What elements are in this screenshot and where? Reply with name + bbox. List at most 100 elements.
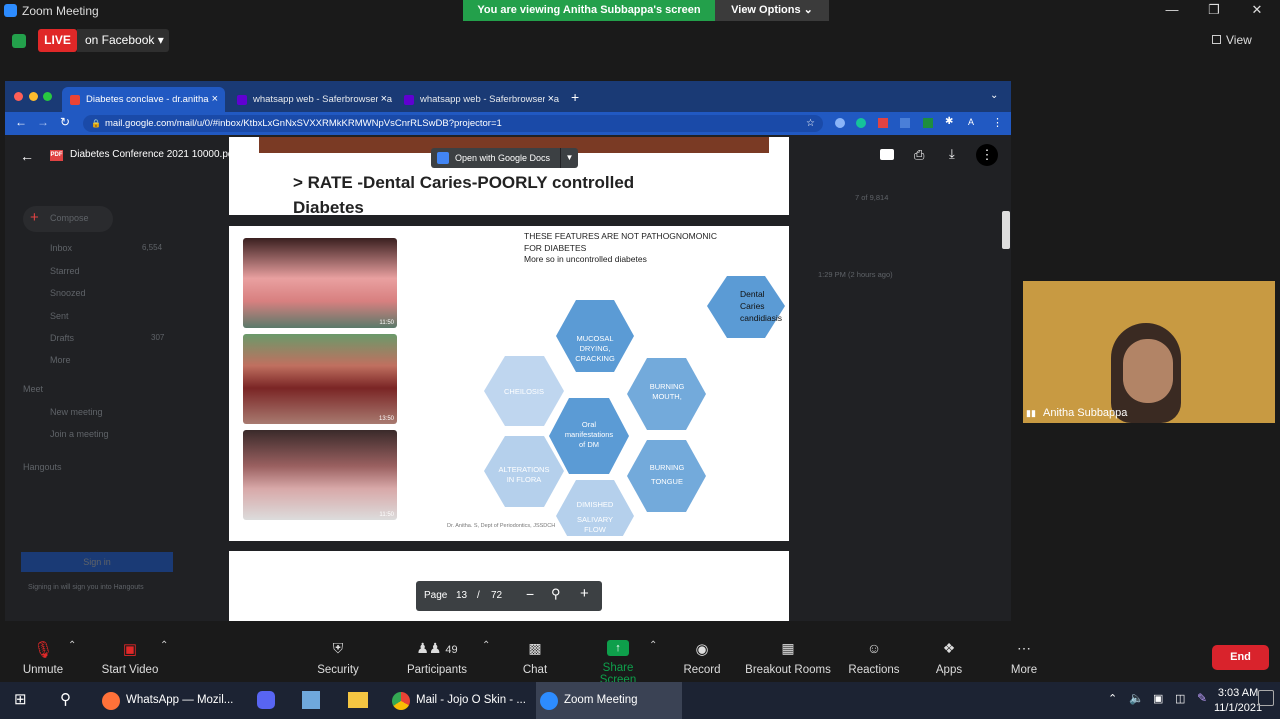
share-screen-button[interactable]: ↑ Share Screen	[585, 640, 651, 686]
print-icon[interactable]: ⎙	[914, 147, 924, 163]
pen-icon[interactable]: ✎	[1197, 691, 1207, 705]
video-options-chevron-icon[interactable]: ⌃	[160, 640, 168, 651]
audio-options-chevron-icon[interactable]: ⌃	[68, 640, 76, 651]
minimize-dot-icon[interactable]	[29, 92, 38, 101]
tab-search-icon[interactable]: ⌄	[990, 90, 998, 101]
browser-tab-1[interactable]: Diabetes conclave - dr.anitha.s ×	[62, 87, 225, 112]
back-icon[interactable]: ←	[15, 115, 27, 129]
battery-icon[interactable]: ◫	[1175, 692, 1185, 705]
new-tab-button[interactable]: +	[571, 89, 579, 105]
open-with-dropdown-icon[interactable]: ▼	[560, 148, 578, 168]
view-button[interactable]: View	[1226, 33, 1252, 47]
photo-timestamp: 11:50	[379, 320, 394, 326]
tab-close-icon[interactable]: ×	[544, 87, 554, 112]
close-dot-icon[interactable]	[14, 92, 23, 101]
zoom-icon[interactable]: ⚲	[551, 586, 561, 602]
more-button[interactable]: ⋯ More	[1008, 640, 1040, 676]
bookmark-star-icon[interactable]: ☆	[806, 115, 815, 132]
network-icon[interactable]: ▣	[1153, 692, 1163, 705]
hex-bottom-right-label-0: BURNING	[650, 463, 685, 472]
open-with-docs-button[interactable]: Open with Google Docs ▼	[431, 148, 578, 168]
gmail-nav-snoozed[interactable]: Snoozed	[50, 288, 86, 298]
add-to-drive-icon[interactable]	[880, 149, 894, 160]
taskbar-app-zoom[interactable]: Zoom Meeting	[536, 682, 682, 719]
discord-icon[interactable]	[257, 691, 275, 709]
more-options-icon[interactable]: ⋮	[976, 144, 998, 166]
end-meeting-button[interactable]: End	[1212, 645, 1269, 670]
taskbar-app-firefox[interactable]: WhatsApp — Mozil...	[98, 682, 238, 719]
live-target-dropdown[interactable]: on Facebook ▾	[77, 29, 169, 52]
gmail-nav-more[interactable]: More	[50, 355, 71, 365]
clock-date: 11/1/2021	[1214, 702, 1263, 714]
tab-close-icon[interactable]: ×	[208, 87, 218, 112]
forward-icon[interactable]: →	[37, 115, 49, 129]
zoom-in-icon[interactable]: +	[580, 585, 589, 602]
browser-tab-2[interactable]: whatsapp web - Saferbrowser Ya ×	[229, 87, 394, 112]
participants-chevron-icon[interactable]: ⌃	[482, 640, 490, 651]
puzzle-icon[interactable]: ✱	[945, 116, 953, 127]
breakout-rooms-button[interactable]: ▦ Breakout Rooms	[745, 640, 831, 676]
drafts-count: 307	[151, 333, 165, 342]
reload-icon[interactable]: ↻	[60, 115, 70, 129]
zoom-logo-icon	[4, 4, 17, 17]
apps-button[interactable]: ❖ Apps	[932, 640, 966, 676]
record-label: Record	[683, 664, 721, 676]
file-explorer-icon[interactable]	[348, 692, 368, 708]
minimize-icon[interactable]: —	[1162, 2, 1182, 17]
record-button[interactable]: ◉ Record	[682, 640, 722, 676]
live-badge[interactable]: LIVE	[38, 29, 77, 52]
compose-label: Compose	[50, 213, 89, 223]
maximize-dot-icon[interactable]	[43, 92, 52, 101]
volume-icon[interactable]: 🔈	[1129, 691, 1144, 705]
mail-time: 1:29 PM (2 hours ago)	[818, 270, 893, 279]
join-meeting-link[interactable]: Join a meeting	[50, 429, 109, 439]
start-video-button[interactable]: ▣ Start Video	[100, 640, 160, 676]
chat-button[interactable]: ▩ Chat	[520, 640, 550, 676]
extension-icon[interactable]	[878, 118, 888, 128]
participant-video[interactable]	[1023, 281, 1275, 423]
extension-icon[interactable]	[923, 118, 933, 128]
taskbar-clock[interactable]: 3:03 AM 11/1/2021	[1214, 686, 1262, 716]
gmail-nav-sent[interactable]: Sent	[50, 311, 69, 321]
view-options-button[interactable]: View Options ⌄	[715, 0, 829, 21]
reactions-button[interactable]: ☺ Reactions	[847, 640, 901, 676]
scrollbar-thumb[interactable]	[1002, 211, 1010, 249]
page-current-input[interactable]: 13	[456, 590, 467, 601]
close-icon[interactable]: ✕	[1247, 2, 1267, 18]
pdf-back-icon[interactable]: ←	[20, 148, 34, 164]
tab-close-icon[interactable]: ×	[377, 87, 387, 112]
menu-kebab-icon[interactable]: ⋮	[992, 116, 1003, 129]
notes-icon[interactable]	[302, 691, 320, 709]
encryption-shield-icon[interactable]	[12, 34, 26, 48]
search-icon[interactable]: ⚲	[60, 690, 71, 708]
extension-icon[interactable]	[835, 118, 845, 128]
profile-avatar[interactable]: A	[968, 117, 974, 127]
security-button[interactable]: ⛨ Security	[315, 640, 361, 676]
participants-button[interactable]: ♟♟ 49 Participants	[405, 640, 469, 676]
windows-start-icon[interactable]: ⊞	[14, 692, 30, 708]
chat-icon: ▩	[528, 640, 542, 656]
browser-tab-3[interactable]: whatsapp web - Saferbrowser Ya ×	[396, 87, 561, 112]
hex-center-label-2: of DM	[579, 440, 599, 449]
zoom-out-icon[interactable]: −	[526, 586, 534, 602]
gmail-icon	[70, 95, 80, 105]
url-bar[interactable]: 🔒 mail.google.com/mail/u/0/#inbox/KtbxLx…	[83, 115, 823, 132]
new-meeting-link[interactable]: New meeting	[50, 407, 103, 417]
tray-chevron-icon[interactable]: ⌃	[1108, 692, 1117, 705]
gmail-nav-inbox[interactable]: Inbox	[50, 243, 72, 253]
restore-icon[interactable]: ❐	[1204, 2, 1224, 18]
notifications-icon[interactable]	[1258, 690, 1274, 706]
gmail-nav-drafts[interactable]: Drafts	[50, 333, 74, 343]
hangouts-signin-button[interactable]: Sign in	[21, 552, 173, 572]
grammarly-icon[interactable]	[856, 118, 866, 128]
features-note-line: THESE FEATURES ARE NOT PATHOGNOMONIC	[524, 231, 718, 241]
compose-button[interactable]: + Compose	[23, 206, 113, 232]
gmail-nav-starred[interactable]: Starred	[50, 266, 80, 276]
security-shield-icon: ⛨	[332, 640, 344, 656]
download-icon[interactable]: ⤓	[949, 146, 955, 162]
zoom-icon	[540, 692, 558, 710]
share-options-chevron-icon[interactable]: ⌃	[649, 640, 657, 651]
taskbar-app-chrome[interactable]: Mail - Jojo O Skin - ...	[388, 682, 530, 719]
unmute-button[interactable]: 🎙 Unmute	[22, 640, 64, 676]
extension-icon[interactable]	[900, 118, 910, 128]
